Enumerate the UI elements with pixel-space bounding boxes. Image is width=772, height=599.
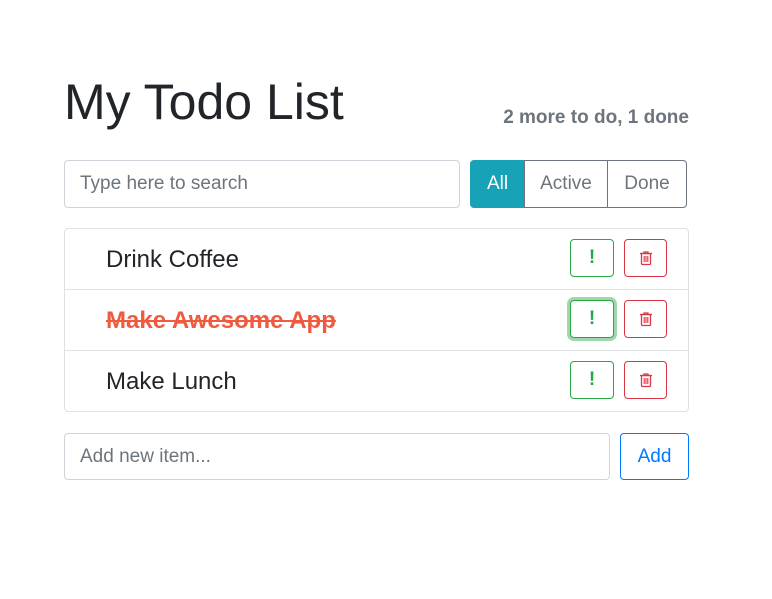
todo-status: 2 more to do, 1 done bbox=[503, 107, 689, 128]
mark-important-button[interactable]: ! bbox=[570, 300, 614, 338]
delete-button[interactable] bbox=[624, 361, 667, 399]
todo-list-item: Make Lunch ! bbox=[65, 351, 688, 411]
add-item-form: Add bbox=[64, 433, 689, 480]
trash-icon bbox=[625, 372, 666, 388]
todo-label[interactable]: Make Awesome App bbox=[106, 306, 336, 336]
todo-label[interactable]: Make Lunch bbox=[106, 367, 237, 397]
todo-app: My Todo List 2 more to do, 1 done All Ac… bbox=[64, 72, 689, 480]
search-panel: All Active Done bbox=[64, 160, 689, 208]
app-header: My Todo List 2 more to do, 1 done bbox=[64, 72, 689, 134]
new-item-input[interactable] bbox=[64, 433, 610, 480]
status-filter: All Active Done bbox=[470, 160, 687, 208]
search-input[interactable] bbox=[64, 160, 460, 208]
mark-important-button[interactable]: ! bbox=[570, 361, 614, 399]
filter-done-button[interactable]: Done bbox=[607, 160, 687, 208]
mark-important-button[interactable]: ! bbox=[570, 239, 614, 277]
page-title: My Todo List bbox=[64, 74, 344, 130]
todo-label[interactable]: Drink Coffee bbox=[106, 245, 239, 275]
trash-icon bbox=[625, 250, 666, 266]
todo-list: Drink Coffee ! Make Awesome App ! Make L… bbox=[64, 228, 689, 412]
add-button[interactable]: Add bbox=[620, 433, 689, 480]
trash-icon bbox=[625, 311, 666, 327]
filter-all-button[interactable]: All bbox=[470, 160, 525, 208]
delete-button[interactable] bbox=[624, 239, 667, 277]
todo-list-item: Drink Coffee ! bbox=[65, 229, 688, 290]
todo-list-item: Make Awesome App ! bbox=[65, 290, 688, 351]
delete-button[interactable] bbox=[624, 300, 667, 338]
filter-active-button[interactable]: Active bbox=[524, 160, 608, 208]
